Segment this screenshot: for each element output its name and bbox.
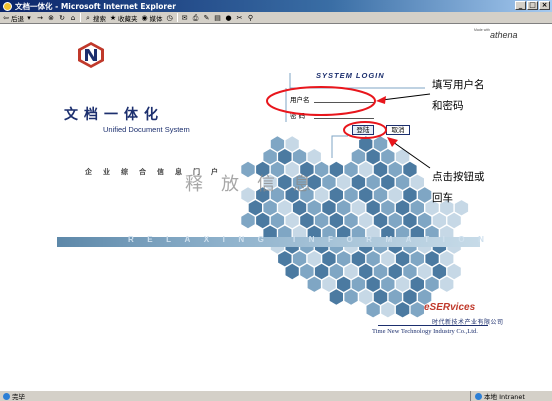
minimize-button[interactable]: _ [515,1,526,10]
edit-button[interactable]: ✎ [203,14,211,22]
history-button[interactable]: ◷ [166,14,174,22]
status-left: 完毕 [0,391,470,401]
services-logo: eSERvices [424,302,476,313]
print-button[interactable]: ⎙ [192,14,200,22]
messenger-icon: ● [225,13,232,22]
print-icon: ⎙ [192,13,199,22]
search-button[interactable]: ⌕ 搜索 [84,13,106,23]
messenger-button[interactable]: ● [225,14,233,22]
maximize-button[interactable]: □ [527,1,538,10]
back-button[interactable]: ⇦ 后退 ▾ [2,13,33,23]
tools-button[interactable]: ✂ [236,14,244,22]
search-icon: ⌕ [86,13,90,22]
zone-text: 本地 Intranet [484,393,525,401]
history-icon: ◷ [166,13,173,22]
media-button[interactable]: ◉ 媒体 [141,13,162,23]
status-bar: 完毕 本地 Intranet [0,390,552,401]
favorites-icon: ★ [109,13,117,22]
home-icon: ⌂ [70,13,76,22]
stop-icon: ⊗ [48,13,54,22]
toolbar-separator [176,13,178,22]
media-icon: ◉ [141,13,148,22]
forward-arrow-icon: → [37,13,43,22]
window-title: 文档一体化 - Microsoft Internet Explorer [15,1,176,11]
company-name-en: Time New Technology Industry Co.,Ltd. [372,328,478,335]
annotation-fields-hint: 填写用户名 和密码 [432,79,485,112]
web-page: Made with athena 文档一体化 Unified Document … [0,24,552,390]
highlight-ellipse-fields [266,86,376,116]
discuss-icon: ▤ [214,13,221,22]
refresh-icon: ↻ [59,13,65,22]
highlight-ellipse-button [343,121,387,139]
refresh-button[interactable]: ↻ [58,14,66,22]
tools-icon: ✂ [236,13,243,22]
research-button[interactable]: ⚲ [247,14,255,22]
window-controls: _ □ × [515,1,550,10]
status-text: 完毕 [12,393,25,401]
close-button[interactable]: × [539,1,550,10]
stop-button[interactable]: ⊗ [47,14,55,22]
annotation-arrow-head [387,137,398,147]
favorites-button[interactable]: ★ 收藏夹 [109,13,138,23]
toolbar-separator [80,13,81,22]
back-arrow-icon: ⇦ [3,13,9,22]
dropdown-arrow-icon: ▾ [27,13,31,22]
annotation-arrow-line [392,141,431,169]
discuss-button[interactable]: ▤ [214,14,222,22]
annotation-arrow-head [376,96,386,104]
mail-button[interactable]: ✉ [181,14,189,22]
forward-button[interactable]: → [36,14,44,22]
mail-icon: ✉ [181,13,188,22]
research-icon: ⚲ [247,13,254,22]
edit-icon: ✎ [203,13,210,22]
home-button[interactable]: ⌂ [69,14,77,22]
browser-toolbar: ⇦ 后退 ▾ → ⊗ ↻ ⌂ ⌕ 搜索 ★ 收藏夹 ◉ 媒体 ◷ ✉ ⎙ ✎ ▤… [0,12,552,24]
page-icon [3,392,10,400]
intranet-icon [475,392,482,400]
company-divider [378,325,488,326]
window-titlebar: 文档一体化 - Microsoft Internet Explorer _ □ … [0,0,552,12]
annotation-arrow-line [381,93,431,101]
status-zone: 本地 Intranet [470,391,525,401]
ie-logo-icon [3,1,12,11]
annotation-button-hint: 点击按钮或 回车 [432,171,485,204]
